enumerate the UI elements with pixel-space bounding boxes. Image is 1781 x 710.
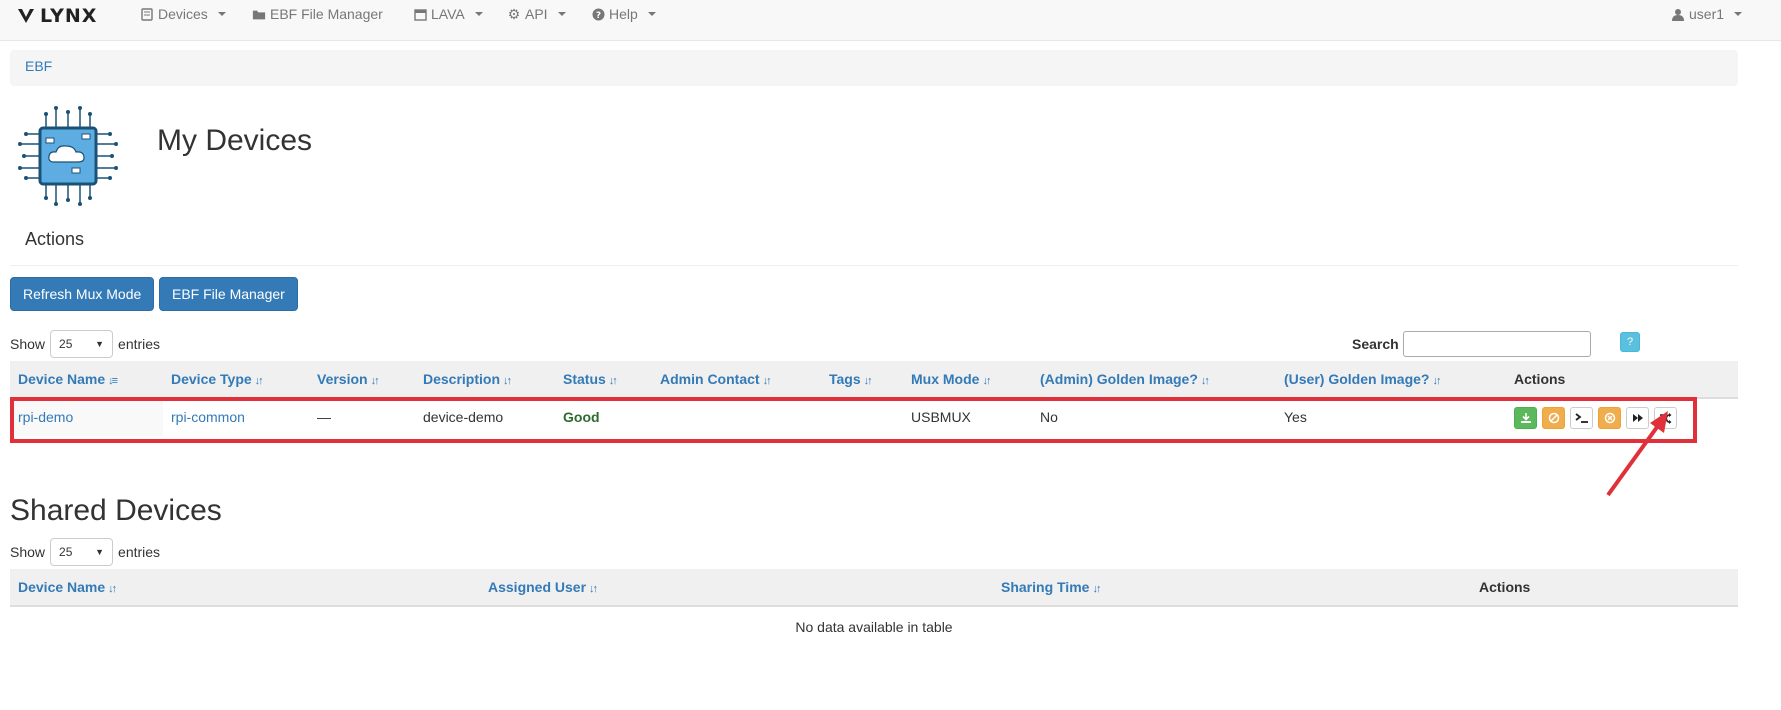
brand-text: LYNX bbox=[40, 5, 98, 27]
column-header-mux-mode[interactable]: Mux Mode ↓↑ bbox=[911, 371, 991, 387]
my-devices-length-control: Show 25 ▼ entries bbox=[10, 330, 160, 358]
device-icon bbox=[140, 7, 154, 21]
column-header-device-name[interactable]: Device Name ↓≡ bbox=[18, 371, 118, 387]
column-header-sharing-time[interactable]: Sharing Time ↓↑ bbox=[1001, 579, 1101, 595]
column-header-status[interactable]: Status ↓↑ bbox=[563, 371, 618, 387]
nav-devices-label: Devices bbox=[158, 6, 208, 22]
sort-icon: ↓↑ bbox=[1200, 375, 1210, 387]
user-name: user1 bbox=[1689, 6, 1725, 22]
sort-icon: ↓↑ bbox=[108, 583, 117, 595]
sort-icon: ↓↑ bbox=[863, 375, 873, 387]
sort-icon: ↓↑ bbox=[762, 375, 772, 387]
empty-table-message: No data available in table bbox=[795, 619, 953, 635]
page-length-select[interactable]: 25 ▼ bbox=[50, 538, 114, 566]
column-header-tags[interactable]: Tags ↓↑ bbox=[829, 371, 873, 387]
nav-api-label: API bbox=[525, 6, 548, 22]
divider bbox=[10, 265, 1738, 266]
top-navbar: LYNX Devices EBF File Manager LAVA ⚙ API… bbox=[0, 0, 1781, 41]
chevron-down-icon bbox=[557, 12, 566, 16]
chevron-down-icon: ▼ bbox=[95, 339, 105, 349]
column-label: Assigned User bbox=[488, 579, 587, 595]
column-label: Tags bbox=[829, 371, 861, 387]
sort-icon: ↓↑ bbox=[254, 375, 264, 387]
column-header-actions: Actions bbox=[1514, 371, 1566, 387]
column-label: Admin Contact bbox=[660, 371, 760, 387]
column-header-description[interactable]: Description ↓↑ bbox=[423, 371, 512, 387]
annotation-highlight-box bbox=[10, 397, 1697, 443]
page-length-value: 25 bbox=[59, 337, 73, 351]
column-header-actions: Actions bbox=[1479, 579, 1531, 595]
nav-lava-label: LAVA bbox=[431, 6, 465, 22]
chevron-down-icon bbox=[1734, 12, 1743, 16]
annotation-arrow-icon bbox=[1606, 411, 1668, 497]
chevron-down-icon bbox=[647, 12, 656, 16]
column-label: Device Name bbox=[18, 579, 106, 595]
page-length-value: 25 bbox=[59, 545, 73, 559]
folder-icon bbox=[252, 7, 266, 21]
search-label: Search bbox=[1352, 336, 1399, 352]
show-label: Show bbox=[10, 544, 46, 560]
breadcrumb-ebf-link[interactable]: EBF bbox=[25, 58, 52, 74]
sort-icon: ↓↑ bbox=[1092, 583, 1101, 595]
breadcrumb: EBF bbox=[10, 50, 1738, 86]
actions-heading: Actions bbox=[25, 229, 85, 249]
sort-icon: ↓↑ bbox=[589, 583, 598, 595]
help-button[interactable]: ? bbox=[1620, 332, 1640, 352]
sort-icon: ↓↑ bbox=[608, 375, 618, 387]
user-icon bbox=[1671, 7, 1685, 21]
entries-label: entries bbox=[118, 336, 161, 352]
column-label: (Admin) Golden Image? bbox=[1040, 371, 1198, 387]
column-header-assigned-user[interactable]: Assigned User ↓↑ bbox=[488, 579, 598, 595]
page-title: My Devices bbox=[157, 124, 313, 157]
chevron-down-icon: ▼ bbox=[95, 547, 105, 557]
user-menu[interactable]: user1 bbox=[1671, 6, 1743, 22]
my-devices-search: Search bbox=[1352, 331, 1591, 357]
column-header-version[interactable]: Version ↓↑ bbox=[317, 371, 380, 387]
ebf-file-manager-button[interactable]: EBF File Manager bbox=[159, 277, 298, 311]
svg-text:?: ? bbox=[595, 11, 600, 21]
entries-label: entries bbox=[118, 544, 161, 560]
column-label: Mux Mode bbox=[911, 371, 980, 387]
nav-ebf-file-manager[interactable]: EBF File Manager bbox=[252, 6, 383, 22]
brand-logo[interactable]: LYNX bbox=[17, 5, 97, 27]
nav-lava-menu[interactable]: LAVA bbox=[413, 6, 483, 22]
column-label: Version bbox=[317, 371, 368, 387]
column-label: (User) Golden Image? bbox=[1284, 371, 1430, 387]
calendar-icon bbox=[413, 7, 427, 21]
nav-api-menu[interactable]: ⚙ API bbox=[507, 6, 566, 22]
column-label: Device Type bbox=[171, 371, 252, 387]
my-devices-table-header: Device Name ↓≡ Device Type ↓↑ Version ↓↑ De… bbox=[10, 361, 1738, 399]
sort-asc-icon: ↓≡ bbox=[108, 375, 118, 387]
page-length-select[interactable]: 25 ▼ bbox=[50, 330, 114, 358]
sort-icon: ↓↑ bbox=[370, 375, 380, 387]
column-header-user-golden-image[interactable]: (User) Golden Image? ↓↑ bbox=[1284, 371, 1441, 387]
column-label: Status bbox=[563, 371, 606, 387]
chevron-down-icon bbox=[217, 12, 226, 16]
column-header-device-type[interactable]: Device Type ↓↑ bbox=[171, 371, 264, 387]
nav-help-label: Help bbox=[609, 6, 638, 22]
sort-icon: ↓↑ bbox=[503, 375, 512, 387]
column-header-admin-contact[interactable]: Admin Contact ↓↑ bbox=[660, 371, 772, 387]
sort-icon: ↓↑ bbox=[982, 375, 991, 387]
chevron-down-icon bbox=[474, 12, 483, 16]
shared-devices-title: Shared Devices bbox=[10, 494, 222, 527]
column-label: Sharing Time bbox=[1001, 579, 1090, 595]
column-label: Device Name bbox=[18, 371, 106, 387]
nav-ebf-file-manager-label: EBF File Manager bbox=[270, 6, 383, 22]
refresh-mux-mode-button[interactable]: Refresh Mux Mode bbox=[10, 277, 155, 311]
shared-devices-length-control: Show 25 ▼ entries bbox=[10, 538, 160, 566]
nav-help-menu[interactable]: ? Help bbox=[591, 6, 656, 22]
question-icon: ? bbox=[591, 7, 605, 21]
shared-devices-table-header: Device Name ↓↑ Assigned User ↓↑ Sharing Ti… bbox=[10, 569, 1738, 607]
column-header-device-name[interactable]: Device Name ↓↑ bbox=[18, 579, 117, 595]
sort-icon: ↓↑ bbox=[1432, 375, 1441, 387]
show-label: Show bbox=[10, 336, 46, 352]
column-label: Description bbox=[423, 371, 501, 387]
chip-logo-icon bbox=[18, 106, 118, 206]
search-input[interactable] bbox=[1402, 331, 1591, 357]
lynx-logo-icon bbox=[18, 9, 34, 23]
gear-icon: ⚙ bbox=[507, 5, 521, 22]
column-header-admin-golden-image[interactable]: (Admin) Golden Image? ↓↑ bbox=[1040, 371, 1210, 387]
nav-devices-menu[interactable]: Devices bbox=[140, 6, 226, 22]
